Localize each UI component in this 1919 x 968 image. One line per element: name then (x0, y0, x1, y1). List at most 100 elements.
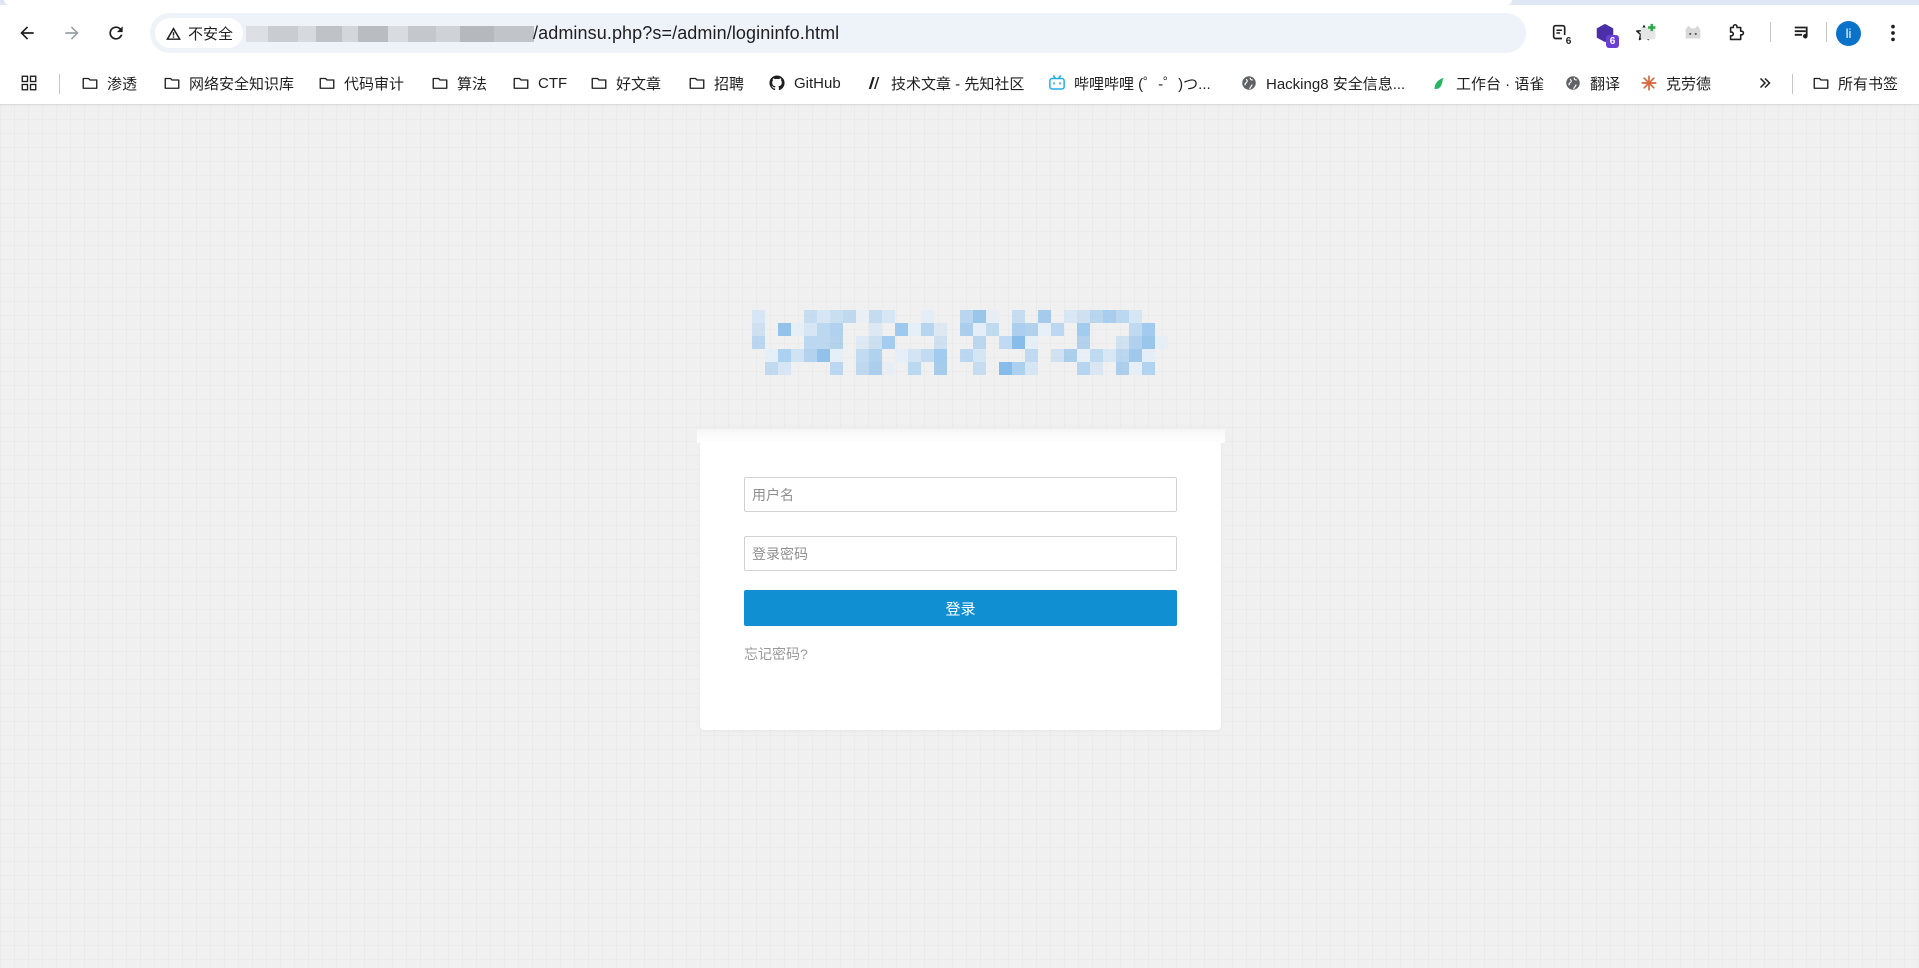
logo-mosaic-pixel (778, 362, 791, 375)
bookmark-label: 好文章 (616, 75, 662, 93)
globe-icon (1242, 76, 1256, 90)
logo-mosaic-pixel (817, 336, 830, 349)
claude-icon (1641, 75, 1657, 91)
username-input[interactable] (744, 477, 1177, 512)
warning-icon (166, 26, 181, 40)
logo-mosaic-pixel (921, 310, 934, 323)
bookmark-folder-audit[interactable]: 代码审计 (312, 68, 410, 98)
extension-button-4[interactable] (1676, 16, 1710, 50)
reload-button[interactable] (99, 16, 133, 50)
logo-mosaic-pixel (1090, 349, 1103, 362)
all-bookmarks-button[interactable]: 所有书签 (1806, 68, 1904, 98)
logo-mosaic-pixel (1038, 323, 1051, 336)
forgot-password-link[interactable]: 忘记密码? (744, 644, 808, 664)
logo-mosaic-pixel (817, 323, 830, 336)
bookmark-label: 哔哩哔哩 (゜-゜)つ... (1074, 75, 1211, 93)
logo-mosaic-pixel (960, 349, 973, 362)
bookmark-github[interactable]: GitHub (762, 68, 847, 98)
back-button[interactable] (10, 16, 44, 50)
more-bookmarks-button[interactable] (1752, 68, 1778, 98)
logo-mosaic-pixel (765, 349, 778, 362)
logo-mosaic-pixel (856, 349, 869, 362)
security-label: 不安全 (188, 25, 234, 43)
browser-chrome: 不安全 /adminsu.php?s=/admin/logininfo.html… (0, 0, 1919, 105)
globe-icon (1566, 76, 1580, 90)
logo-mosaic-pixel (1129, 310, 1142, 323)
profile-avatar[interactable]: li (1836, 21, 1861, 46)
logo-mosaic-pixel (1116, 349, 1129, 362)
arrow-left-icon (20, 26, 34, 40)
bookmark-folder-articles[interactable]: 好文章 (584, 68, 667, 98)
folder-icon (513, 77, 529, 89)
logo-mosaic-pixel (895, 349, 908, 362)
logo-mosaic-pixel (934, 336, 947, 349)
logo-mosaic-pixel (1103, 310, 1116, 323)
logo-mosaic-pixel (1142, 323, 1155, 336)
bookmark-label: 招聘 (714, 75, 745, 93)
site-logo-redacted (752, 310, 1172, 375)
bookmark-folder-shentou[interactable]: 渗透 (75, 68, 143, 98)
logo-mosaic-pixel (1064, 310, 1077, 323)
logo-mosaic-pixel (778, 349, 791, 362)
logo-mosaic-pixel (804, 323, 817, 336)
extension-button-2[interactable]: 6 (1588, 16, 1622, 50)
logo-mosaic-pixel (973, 336, 986, 349)
bookmark-claude[interactable]: 克劳德 (1634, 68, 1717, 98)
login-button[interactable]: 登录 (744, 590, 1177, 626)
bookmark-hacking8[interactable]: Hacking8 安全信息... (1234, 68, 1411, 98)
bookmark-yuque[interactable]: 工作台 · 语雀 (1424, 68, 1550, 98)
security-chip[interactable]: 不安全 (155, 18, 244, 48)
extension-button-3[interactable] (1632, 16, 1666, 50)
media-control-button[interactable] (1786, 16, 1820, 50)
bookmark-folder-jobs[interactable]: 招聘 (682, 68, 750, 98)
logo-mosaic-pixel (986, 323, 999, 336)
bookmark-translate[interactable]: 翻译 (1558, 68, 1626, 98)
logo-mosaic-pixel (1090, 362, 1103, 375)
password-input[interactable] (744, 536, 1177, 571)
bookmark-folder-knowledge[interactable]: 网络安全知识库 (157, 68, 300, 98)
logo-mosaic-pixel (1116, 362, 1129, 375)
apps-button[interactable] (16, 68, 42, 98)
extension-badge-1: 6 (1562, 35, 1575, 48)
logo-mosaic-pixel (1077, 349, 1090, 362)
bookmarks-bar: 渗透 网络安全知识库 代码审计 算法 CTF 好文章 招聘 GitHub 技术文… (0, 64, 1919, 105)
folder-icon (689, 77, 705, 89)
logo-mosaic-pixel (1116, 336, 1129, 349)
forward-button[interactable] (55, 16, 89, 50)
logo-mosaic-pixel (1025, 349, 1038, 362)
xianzhi-icon (867, 76, 881, 90)
logo-mosaic-pixel (791, 349, 804, 362)
logo-mosaic-pixel (869, 362, 882, 375)
logo-mosaic-pixel (973, 362, 986, 375)
bookmark-label: Hacking8 安全信息... (1266, 75, 1406, 93)
logo-mosaic-pixel (830, 323, 843, 336)
folder-icon (591, 77, 607, 89)
logo-mosaic-pixel (882, 310, 895, 323)
logo-mosaic-pixel (869, 310, 882, 323)
chevron-double-right-icon (1759, 77, 1771, 89)
extensions-menu-button[interactable] (1720, 16, 1754, 50)
logo-mosaic-pixel (1012, 310, 1025, 323)
bookmark-label: 算法 (457, 75, 488, 93)
reload-icon (109, 26, 123, 40)
logo-mosaic-pixel (1116, 310, 1129, 323)
logo-mosaic-pixel (908, 349, 921, 362)
bookmark-label: 技术文章 - 先知社区 (891, 75, 1025, 93)
bookmark-folder-ctf[interactable]: CTF (506, 68, 573, 98)
browser-menu-button[interactable] (1876, 16, 1910, 50)
logo-mosaic-pixel (1129, 336, 1142, 349)
extension-button-1[interactable]: 6 (1544, 16, 1578, 50)
address-bar[interactable]: 不安全 /adminsu.php?s=/admin/logininfo.html (150, 13, 1652, 53)
apps-grid-icon (21, 75, 37, 91)
logo-mosaic-pixel (908, 323, 921, 336)
logo-mosaic-pixel (1038, 310, 1051, 323)
logo-mosaic-pixel (1103, 349, 1116, 362)
toolbar-divider (1826, 22, 1827, 42)
logo-mosaic-pixel (1142, 349, 1155, 362)
folder-icon (164, 77, 180, 89)
extension-badge-2: 6 (1606, 35, 1619, 48)
logo-mosaic-pixel (1025, 362, 1038, 375)
bookmark-bilibili[interactable]: 哔哩哔哩 (゜-゜)つ... (1042, 68, 1217, 98)
bookmark-folder-algorithm[interactable]: 算法 (425, 68, 493, 98)
bookmark-xianzhi[interactable]: 技术文章 - 先知社区 (859, 68, 1030, 98)
